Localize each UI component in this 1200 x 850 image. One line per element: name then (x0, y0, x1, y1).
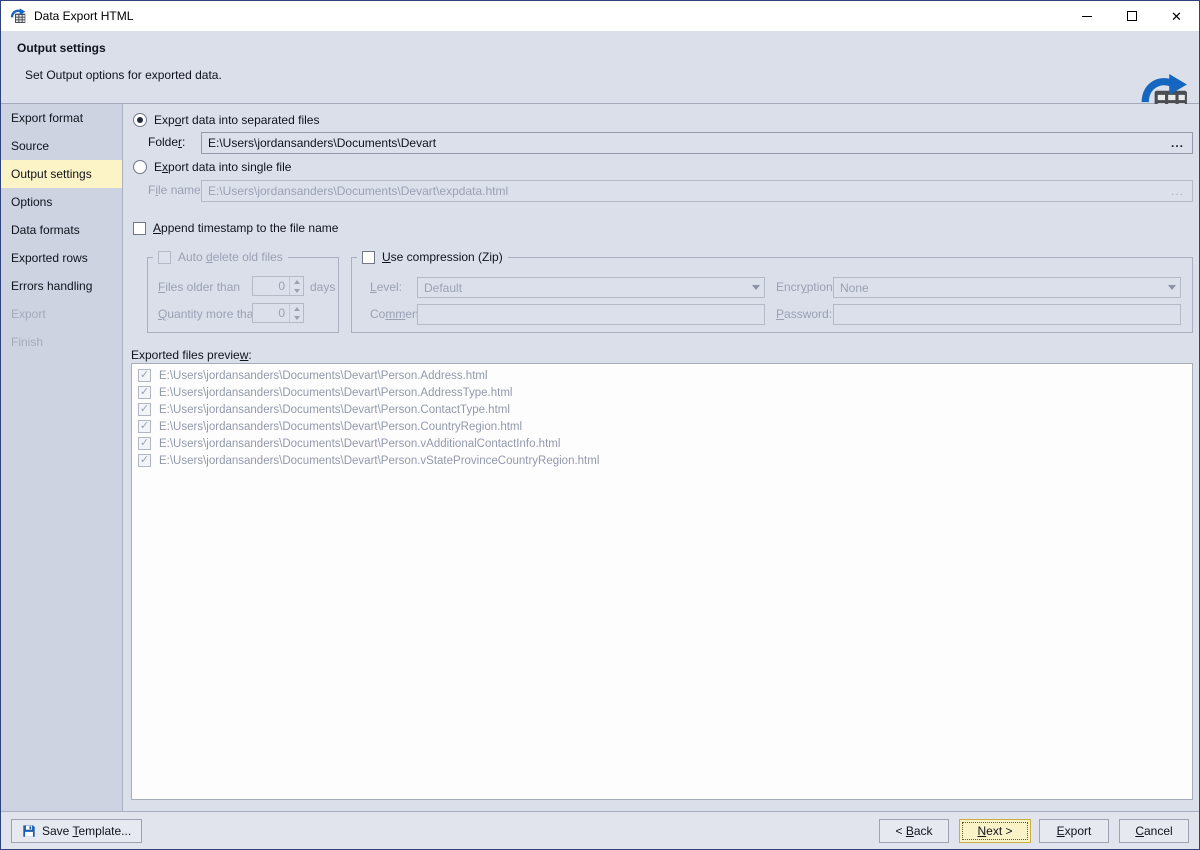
radio-single-label: Export data into single file (154, 160, 291, 174)
list-item: E:\Users\jordansanders\Documents\Devart\… (132, 435, 1192, 452)
checked-checkbox-icon (138, 369, 151, 382)
files-older-spinner: 0 (252, 276, 304, 296)
sidebar-item-source[interactable]: Source (1, 132, 122, 160)
level-dropdown: Default (417, 277, 765, 298)
encryption-value: None (840, 281, 1164, 295)
minimize-icon (1082, 16, 1092, 17)
folder-input[interactable]: E:\Users\jordansanders\Documents\Devart … (201, 132, 1193, 154)
list-item: E:\Users\jordansanders\Documents\Devart\… (132, 401, 1192, 418)
save-template-label: Save Template... (42, 824, 131, 838)
spin-down-icon (290, 313, 303, 322)
level-value: Default (424, 281, 748, 295)
output-settings-panel: Export data into separated files Folder:… (123, 104, 1199, 811)
list-item: E:\Users\jordansanders\Documents\Devart\… (132, 367, 1192, 384)
page-title: Output settings (17, 41, 106, 55)
quantity-spinner: 0 (252, 303, 304, 323)
encryption-dropdown: None (833, 277, 1181, 298)
minimize-button[interactable] (1064, 1, 1109, 31)
folder-value: E:\Users\jordansanders\Documents\Devart (208, 136, 1167, 150)
sidebar-item-output-settings[interactable]: Output settings (1, 160, 122, 188)
comment-input (417, 304, 765, 325)
radio-selected-icon (133, 113, 147, 127)
save-floppy-icon (22, 824, 36, 838)
spin-up-icon (290, 304, 303, 313)
sidebar-item-options[interactable]: Options (1, 188, 122, 216)
data-export-window: Data Export HTML ✕ Output settings Set O… (0, 0, 1200, 850)
use-compression-label: Use compression (Zip) (382, 250, 503, 264)
auto-delete-label: Auto delete old files (178, 250, 283, 264)
checked-checkbox-icon (138, 403, 151, 416)
file-path: E:\Users\jordansanders\Documents\Devart\… (159, 455, 599, 467)
checkbox-unchecked-icon (133, 222, 146, 235)
file-path: E:\Users\jordansanders\Documents\Devart\… (159, 404, 510, 416)
sidebar-item-errors-handling[interactable]: Errors handling (1, 272, 122, 300)
titlebar: Data Export HTML ✕ (1, 1, 1199, 31)
file-name-value: E:\Users\jordansanders\Documents\Devart\… (208, 184, 1167, 198)
auto-delete-checkbox-row: Auto delete old files (153, 250, 288, 264)
next-button[interactable]: Next > (959, 819, 1031, 843)
use-compression-checkbox-row[interactable]: Use compression (Zip) (357, 250, 508, 264)
checked-checkbox-icon (138, 386, 151, 399)
folder-browse-button[interactable]: ... (1167, 138, 1188, 148)
maximize-button[interactable] (1109, 1, 1154, 31)
days-label: days (310, 280, 335, 294)
folder-label: Folder: (148, 135, 185, 149)
files-older-value: 0 (253, 277, 289, 295)
exported-files-preview-label: Exported files preview: (131, 348, 252, 362)
file-path: E:\Users\jordansanders\Documents\Devart\… (159, 387, 512, 399)
page-subtitle: Set Output options for exported data. (25, 68, 222, 82)
file-path: E:\Users\jordansanders\Documents\Devart\… (159, 370, 488, 382)
wizard-steps-sidebar: Export format Source Output settings Opt… (1, 104, 123, 811)
checkbox-unchecked-icon (362, 251, 375, 264)
radio-separated-label: Export data into separated files (154, 113, 319, 127)
spin-down-icon (290, 286, 303, 295)
footer-bar: Save Template... < Back Next > Export Ca… (1, 811, 1199, 849)
list-item: E:\Users\jordansanders\Documents\Devart\… (132, 418, 1192, 435)
checked-checkbox-icon (138, 420, 151, 433)
compression-group: Use compression (Zip) Level: Default Enc… (351, 257, 1193, 333)
maximize-icon (1127, 11, 1137, 21)
file-name-label: File name: (148, 183, 204, 197)
checked-checkbox-icon (138, 454, 151, 467)
close-button[interactable]: ✕ (1154, 1, 1199, 31)
append-timestamp-label: Append timestamp to the file name (153, 221, 338, 235)
sidebar-item-export: Export (1, 300, 122, 328)
files-older-label: Files older than (158, 280, 240, 294)
checkbox-disabled-icon (158, 251, 171, 264)
quantity-value: 0 (253, 304, 289, 322)
window-title: Data Export HTML (34, 9, 133, 23)
checked-checkbox-icon (138, 437, 151, 450)
file-name-browse-button: ... (1167, 186, 1188, 196)
level-label: Level: (370, 280, 402, 294)
append-timestamp-checkbox-row[interactable]: Append timestamp to the file name (133, 221, 338, 235)
close-icon: ✕ (1171, 10, 1182, 23)
save-template-button[interactable]: Save Template... (11, 819, 142, 843)
chevron-down-icon (752, 285, 760, 290)
wizard-header: Output settings Set Output options for e… (1, 31, 1199, 104)
export-button[interactable]: Export (1039, 819, 1109, 843)
app-table-export-icon (10, 8, 26, 24)
file-path: E:\Users\jordansanders\Documents\Devart\… (159, 421, 522, 433)
file-path: E:\Users\jordansanders\Documents\Devart\… (159, 438, 560, 450)
sidebar-item-data-formats[interactable]: Data formats (1, 216, 122, 244)
sidebar-item-exported-rows[interactable]: Exported rows (1, 244, 122, 272)
encryption-label: Encryption: (776, 280, 836, 294)
list-item: E:\Users\jordansanders\Documents\Devart\… (132, 452, 1192, 469)
cancel-button[interactable]: Cancel (1119, 819, 1189, 843)
file-name-input: E:\Users\jordansanders\Documents\Devart\… (201, 180, 1193, 202)
radio-export-single-file[interactable]: Export data into single file (133, 160, 291, 174)
radio-export-separated-files[interactable]: Export data into separated files (133, 113, 319, 127)
back-button[interactable]: < Back (879, 819, 949, 843)
spin-up-icon (290, 277, 303, 286)
list-item: E:\Users\jordansanders\Documents\Devart\… (132, 384, 1192, 401)
sidebar-item-export-format[interactable]: Export format (1, 104, 122, 132)
quantity-label: Quantity more than (158, 307, 260, 321)
chevron-down-icon (1168, 285, 1176, 290)
exported-files-list[interactable]: E:\Users\jordansanders\Documents\Devart\… (131, 363, 1193, 800)
radio-unselected-icon (133, 160, 147, 174)
sidebar-item-finish: Finish (1, 328, 122, 356)
password-label: Password: (776, 307, 832, 321)
password-input (833, 304, 1181, 325)
auto-delete-group: Auto delete old files Files older than 0… (147, 257, 339, 333)
